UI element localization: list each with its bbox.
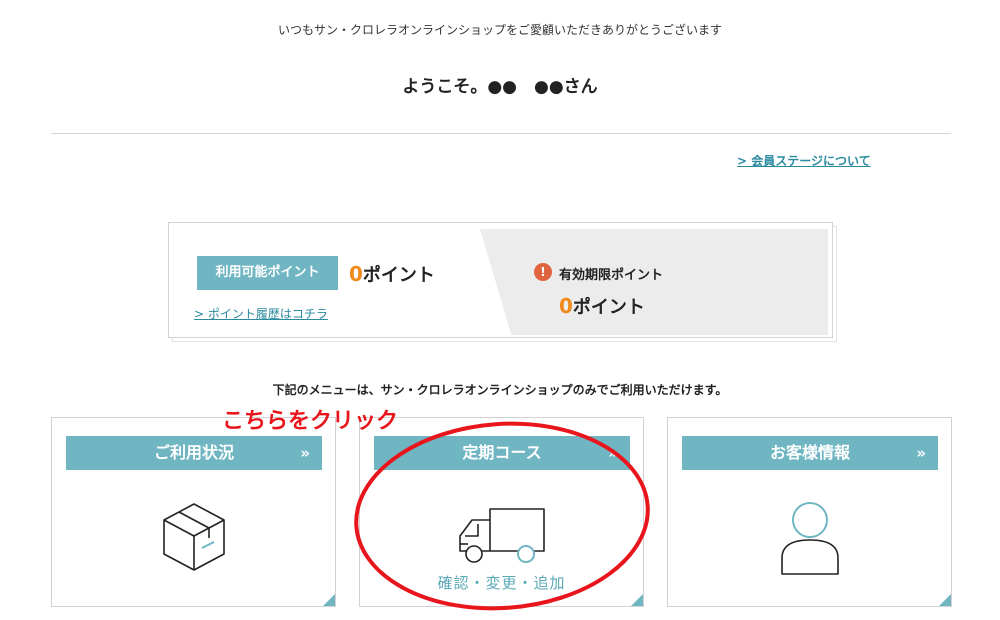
expiring-points-label: 有効期限ポイント — [559, 268, 664, 283]
truck-icon — [459, 508, 545, 563]
alert-icon: ! — [534, 263, 552, 281]
card-title: ご利用状況 — [153, 443, 234, 462]
card-corner-mark — [631, 594, 643, 606]
point-history-link[interactable]: > ポイント履歴はコチラ — [194, 305, 328, 322]
divider — [51, 133, 951, 134]
available-points-value: 0ポイント — [349, 261, 435, 287]
available-points-unit: ポイント — [362, 265, 435, 286]
expiring-points-unit: ポイント — [572, 297, 645, 318]
annotation-text: こちらをクリック — [222, 409, 399, 434]
double-chevron-right-icon: » — [608, 444, 618, 462]
card-header[interactable]: 定期コース » — [374, 436, 630, 470]
person-icon — [781, 502, 839, 575]
double-chevron-right-icon: » — [916, 444, 926, 462]
points-panel: 利用可能ポイント 0ポイント > ポイント履歴はコチラ ! 有効期限ポイント 0… — [168, 222, 833, 338]
card-title: 定期コース — [462, 443, 542, 462]
available-points-number: 0 — [349, 262, 363, 286]
card-regular-course[interactable]: 定期コース » 確認・変更・追加 — [359, 417, 644, 607]
card-corner-mark — [323, 594, 335, 606]
card-customer-info[interactable]: お客様情報 » — [667, 417, 952, 607]
welcome-message: ようこそ。●● ●●さん — [402, 77, 598, 97]
available-points-label: 利用可能ポイント — [197, 256, 338, 290]
greeting-text: いつもサン・クロレラオンラインショップをご愛顧いただきありがとうございます — [277, 23, 722, 37]
card-subtitle: 確認・変更・追加 — [437, 574, 566, 592]
expiring-points-value: 0ポイント — [559, 293, 645, 319]
box-icon — [163, 503, 225, 571]
card-header[interactable]: ご利用状況 » — [66, 436, 322, 470]
card-header[interactable]: お客様情報 » — [682, 436, 938, 470]
double-chevron-right-icon: » — [300, 444, 310, 462]
card-usage-status[interactable]: ご利用状況 » — [51, 417, 336, 607]
expiring-points-number: 0 — [559, 294, 573, 318]
member-stage-link[interactable]: > 会員ステージについて — [737, 152, 871, 169]
card-corner-mark — [939, 594, 951, 606]
menu-note: 下記のメニューは、サン・クロレラオンラインショップのみでご利用いただけます。 — [272, 383, 728, 397]
card-title: お客様情報 — [769, 443, 850, 462]
